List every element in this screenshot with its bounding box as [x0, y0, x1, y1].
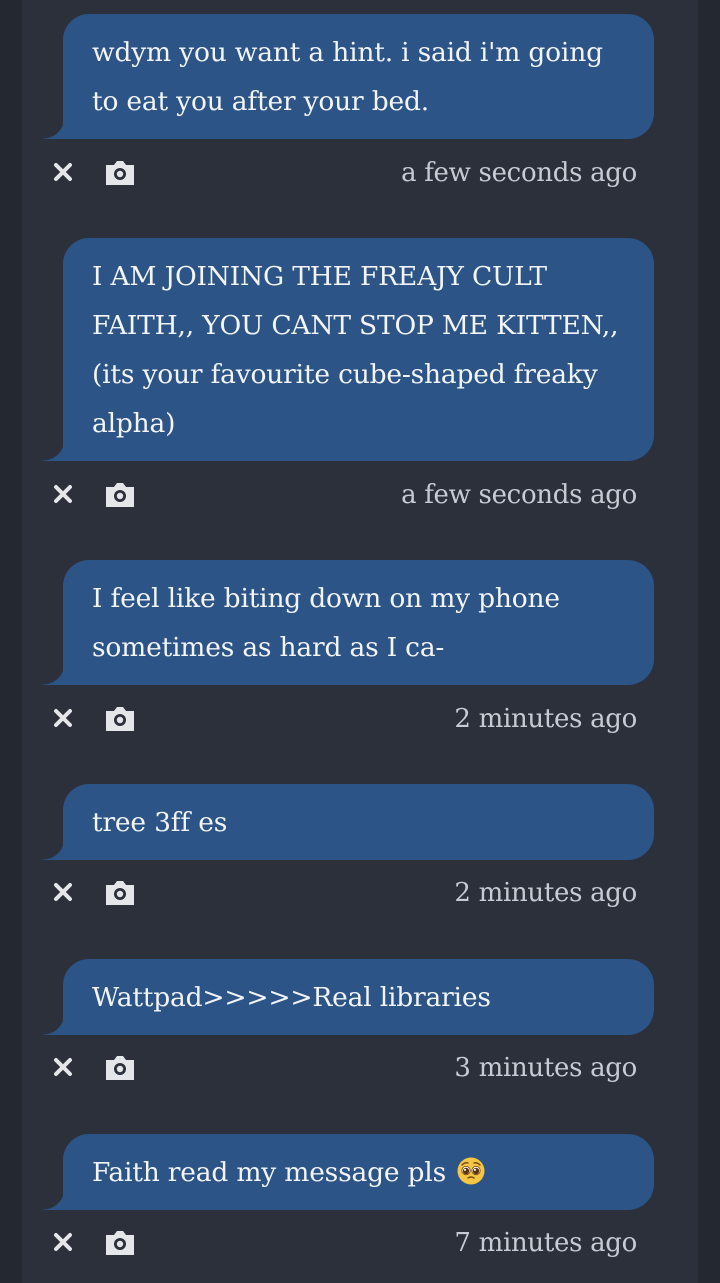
- message-bubble: I feel like biting down on my phone some…: [43, 560, 654, 685]
- message-timestamp: a few seconds ago: [401, 480, 637, 510]
- close-icon[interactable]: [48, 877, 78, 907]
- message-meta: a few seconds ago: [22, 153, 698, 193]
- message-bubble: tree 3ff es: [43, 784, 654, 860]
- close-icon[interactable]: [48, 479, 78, 509]
- message-text: Faith read my message pls: [92, 1157, 446, 1188]
- message-bubble: Wattpad>>>>>Real libraries: [43, 959, 654, 1035]
- message-timestamp: 7 minutes ago: [454, 1228, 637, 1258]
- close-icon[interactable]: [48, 1227, 78, 1257]
- message-timestamp: 2 minutes ago: [454, 878, 637, 908]
- pleading-face-emoji: [457, 1157, 485, 1185]
- close-icon[interactable]: [48, 703, 78, 733]
- camera-icon[interactable]: [103, 479, 137, 509]
- message-timestamp: a few seconds ago: [401, 158, 637, 188]
- camera-icon[interactable]: [103, 157, 137, 187]
- close-icon[interactable]: [48, 1052, 78, 1082]
- camera-icon[interactable]: [103, 1052, 137, 1082]
- message-feed: wdym you want a hint. i said i'm going t…: [22, 0, 698, 1283]
- message-meta: 7 minutes ago: [22, 1223, 698, 1263]
- message-text: tree 3ff es: [92, 807, 228, 838]
- message-text: I AM JOINING THE FREAJY CULT FAITH,, YOU…: [92, 261, 619, 439]
- camera-icon[interactable]: [103, 703, 137, 733]
- message-bubble: I AM JOINING THE FREAJY CULT FAITH,, YOU…: [43, 238, 654, 461]
- message-text: Wattpad>>>>>Real libraries: [92, 982, 491, 1013]
- close-icon[interactable]: [48, 157, 78, 187]
- message-text: wdym you want a hint. i said i'm going t…: [92, 37, 603, 117]
- message-meta: a few seconds ago: [22, 475, 698, 515]
- message-meta: 2 minutes ago: [22, 873, 698, 913]
- message-bubble: wdym you want a hint. i said i'm going t…: [43, 14, 654, 139]
- message-bubble: Faith read my message pls: [43, 1134, 654, 1210]
- message-timestamp: 3 minutes ago: [454, 1053, 637, 1083]
- message-text: I feel like biting down on my phone some…: [92, 583, 560, 663]
- message-meta: 2 minutes ago: [22, 699, 698, 739]
- message-timestamp: 2 minutes ago: [454, 704, 637, 734]
- camera-icon[interactable]: [103, 877, 137, 907]
- camera-icon[interactable]: [103, 1227, 137, 1257]
- page: wdym you want a hint. i said i'm going t…: [0, 0, 720, 1283]
- message-meta: 3 minutes ago: [22, 1048, 698, 1088]
